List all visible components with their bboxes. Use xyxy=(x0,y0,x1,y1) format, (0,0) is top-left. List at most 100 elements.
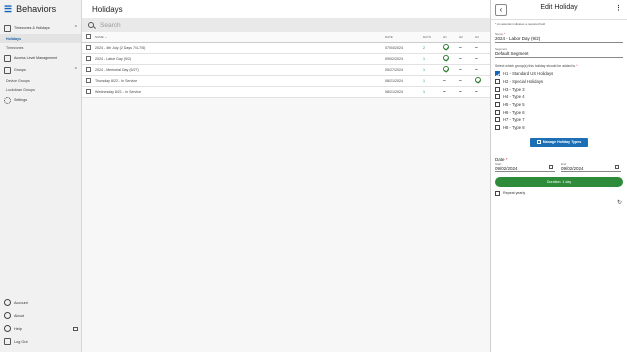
sidebar: ☰ Behaviors Timezones & Holidays ^ Holid… xyxy=(0,0,82,352)
search-input[interactable]: Search xyxy=(100,22,121,29)
row-h3-status xyxy=(474,75,490,87)
repeat-yearly-checkbox[interactable] xyxy=(495,190,500,196)
group-label: H5 - Type 5 xyxy=(503,102,525,108)
group-checkbox[interactable] xyxy=(495,86,500,92)
row-h1-status xyxy=(442,64,458,76)
column-days[interactable]: DAYS xyxy=(422,32,442,43)
row-checkbox[interactable] xyxy=(86,77,91,83)
row-h3-status: – xyxy=(474,86,490,98)
holiday-group-option[interactable]: H3 - Type 3 xyxy=(491,85,627,93)
holiday-group-option[interactable]: H5 - Type 5 xyxy=(491,101,627,109)
row-checkbox[interactable] xyxy=(86,44,91,50)
column-h1[interactable]: H1 xyxy=(442,32,458,43)
group-checkbox[interactable] xyxy=(495,94,500,100)
dash-icon: – xyxy=(475,88,478,95)
sidebar-item-timezones[interactable]: Timezones xyxy=(0,43,81,52)
row-select-cell xyxy=(82,64,94,76)
row-date: 08/21/2024 xyxy=(384,75,422,87)
check-circle-icon xyxy=(443,66,449,72)
name-input[interactable]: 2024 - Labor Day (9/2) xyxy=(495,36,623,41)
row-days: 1 xyxy=(422,75,442,87)
row-date: 07/04/2024 xyxy=(384,42,422,54)
help-icon xyxy=(4,325,11,332)
row-checkbox[interactable] xyxy=(86,66,91,72)
page-title: Holidays xyxy=(82,0,490,18)
dash-icon: – xyxy=(475,66,478,73)
sidebar-item-help[interactable]: Help xyxy=(0,322,82,335)
dash-icon: – xyxy=(443,77,446,84)
group-checkbox[interactable] xyxy=(495,125,500,131)
sidebar-bottom: Account About Help Log Out xyxy=(0,296,82,348)
sidebar-item-device-groups[interactable]: Device Groups xyxy=(0,76,81,85)
column-h3[interactable]: H3 xyxy=(474,32,490,43)
group-checkbox[interactable] xyxy=(495,109,500,115)
holiday-group-option[interactable]: H6 - Type 6 xyxy=(491,108,627,116)
reset-icon[interactable]: ↻ xyxy=(617,199,622,206)
table-row[interactable]: Wednesday 8/21 - In Service 08/21/2024 1– –… xyxy=(82,86,490,98)
start-date-input[interactable]: 09/02/2024 xyxy=(495,166,555,171)
chevron-up-icon: ^ xyxy=(74,25,77,31)
search-bar[interactable]: Search xyxy=(82,18,490,32)
group-checkbox[interactable] xyxy=(495,102,500,108)
row-h1-status xyxy=(442,53,458,65)
external-link-icon xyxy=(73,326,78,331)
sidebar-item-logout[interactable]: Log Out xyxy=(0,335,82,348)
check-circle-icon xyxy=(443,55,449,61)
account-icon xyxy=(4,299,11,306)
sidebar-item-groups[interactable]: Groups ^ xyxy=(0,64,81,76)
sidebar-item-access-level-management[interactable]: Access Level Management xyxy=(0,52,81,64)
dash-icon: – xyxy=(459,77,462,84)
sidebar-item-lockdown-groups[interactable]: Lockdown Groups xyxy=(0,85,81,94)
segment-field[interactable]: Segment Default Segment xyxy=(495,47,623,58)
select-all-checkbox[interactable] xyxy=(86,33,91,39)
segment-select[interactable]: Default Segment xyxy=(495,51,623,56)
holiday-group-option[interactable]: H7 - Type 7 xyxy=(491,116,627,124)
group-label: H1 - Standard US Holidays xyxy=(503,71,554,77)
holiday-group-option[interactable]: H4 - Type 4 xyxy=(491,93,627,101)
holiday-group-option[interactable]: H8 - Type 8 xyxy=(491,124,627,132)
group-checkbox[interactable] xyxy=(495,79,500,85)
app-title: Behaviors xyxy=(16,4,57,14)
access-level-icon xyxy=(4,54,11,62)
required-note: * An asterisk indicates a required field xyxy=(495,22,546,26)
table-row[interactable]: 2024 - 4th July (2 Days 7/4-7/5) 07/04/20… xyxy=(82,42,490,54)
start-date-field[interactable]: Start 09/02/2024 xyxy=(495,162,555,172)
sidebar-item-settings[interactable]: Settings xyxy=(0,94,81,106)
groups-icon xyxy=(4,66,11,74)
group-checkbox[interactable] xyxy=(495,71,500,77)
group-checkbox[interactable] xyxy=(495,117,500,123)
sidebar-item-holidays[interactable]: Holidays xyxy=(0,34,81,43)
holiday-group-option[interactable]: H2 - Special Holidays xyxy=(491,78,627,86)
info-icon xyxy=(4,312,11,319)
column-name[interactable]: NAME ⌄ xyxy=(94,32,384,43)
column-h2[interactable]: H2 xyxy=(458,32,474,43)
manage-holiday-types-button[interactable]: Manage Holiday Types xyxy=(530,137,588,147)
sidebar-item-about[interactable]: About xyxy=(0,309,82,322)
end-date-input[interactable]: 09/02/2024 xyxy=(561,166,621,171)
row-checkbox[interactable] xyxy=(86,88,91,94)
table-row[interactable]: 2024 - Memorial Day (5/27) 05/27/2024 1 – – xyxy=(82,64,490,76)
holiday-group-option[interactable]: H1 - Standard US Holidays xyxy=(491,70,627,78)
name-field[interactable]: Name * 2024 - Labor Day (9/2) xyxy=(495,32,623,43)
repeat-yearly-option[interactable]: Repeat yearly xyxy=(491,187,627,200)
table-row[interactable]: 2024 - Labor Day (9/2) 09/02/2024 1 – – xyxy=(82,53,490,65)
group-label: H2 - Special Holidays xyxy=(503,79,544,85)
calendar-icon[interactable] xyxy=(549,164,553,169)
search-icon xyxy=(88,22,94,28)
end-date-field[interactable]: End 09/02/2024 xyxy=(561,162,621,172)
group-label: H7 - Type 7 xyxy=(503,117,525,123)
row-h3-status: – xyxy=(474,64,490,76)
more-options-icon[interactable]: ⋮ xyxy=(615,4,622,12)
row-name: Wednesday 8/21 - In Service xyxy=(94,86,384,98)
menu-icon[interactable]: ☰ xyxy=(4,4,12,15)
sidebar-item-timezones-holidays[interactable]: Timezones & Holidays ^ xyxy=(0,22,81,34)
sidebar-item-account[interactable]: Account xyxy=(0,296,82,309)
row-checkbox[interactable] xyxy=(86,55,91,61)
calendar-icon[interactable] xyxy=(615,164,619,169)
table-row[interactable]: Thursday 8/22 - In Service 08/21/2024 1– – xyxy=(82,75,490,87)
column-date[interactable]: DATE xyxy=(384,32,422,43)
row-h2-status: – xyxy=(458,64,474,76)
main-content: Holidays Search NAME ⌄ DATE DAYS H1 H2 H… xyxy=(82,0,490,352)
row-h1-status: – xyxy=(442,86,458,98)
gear-icon xyxy=(4,96,11,104)
